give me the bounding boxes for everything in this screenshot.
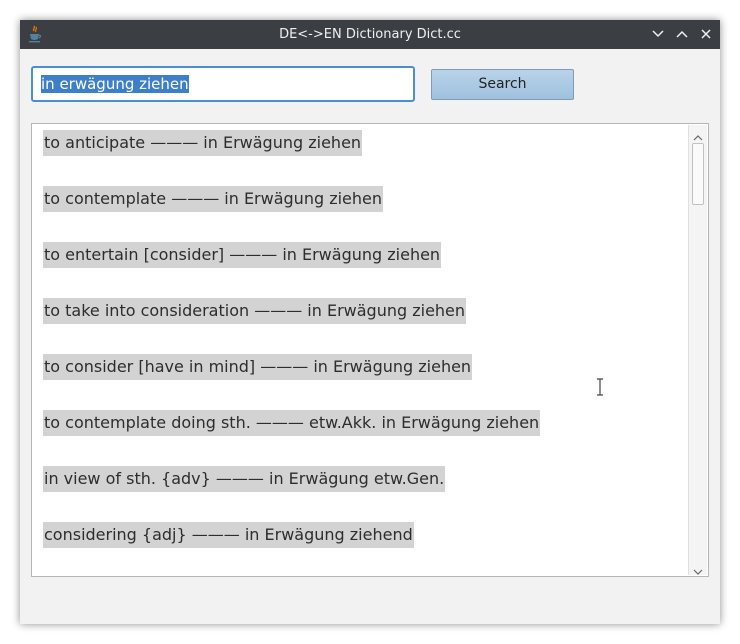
scrollbar-thumb[interactable]	[692, 143, 704, 205]
app-window: DE<->EN Dictionary Dict.cc in erwägung z…	[20, 20, 720, 624]
search-input[interactable]: in erwägung ziehen	[31, 66, 415, 102]
results-list[interactable]: to anticipate ——— in Erwägung ziehen to …	[31, 123, 709, 577]
result-text: to consider [have in mind] ——— in Erwägu…	[43, 354, 473, 380]
vertical-scrollbar[interactable]	[688, 125, 707, 575]
list-item[interactable]: to consider [have in mind] ——— in Erwägu…	[43, 354, 683, 410]
result-text: to entertain [consider] ——— in Erwägung …	[43, 242, 442, 268]
result-items: to anticipate ——— in Erwägung ziehen to …	[43, 130, 683, 576]
list-item[interactable]: to take into consideration ——— in Erwägu…	[43, 298, 683, 354]
result-text: considering {adj} ——— in Erwägung ziehen…	[43, 522, 414, 548]
list-item[interactable]: considering {adj} ——— in Erwägung ziehen…	[43, 522, 683, 576]
scroll-down-arrow-icon[interactable]	[692, 562, 704, 575]
list-item[interactable]: to anticipate ——— in Erwägung ziehen	[43, 130, 683, 186]
result-text: to anticipate ——— in Erwägung ziehen	[43, 130, 363, 156]
text-cursor-icon	[596, 378, 604, 396]
chevron-up-icon[interactable]	[674, 26, 690, 42]
result-text: in view of sth. {adv} ——— in Erwägung et…	[43, 466, 446, 492]
list-item[interactable]: to entertain [consider] ——— in Erwägung …	[43, 242, 683, 298]
result-text: to take into consideration ——— in Erwägu…	[43, 298, 467, 324]
search-input-value: in erwägung ziehen	[41, 75, 189, 93]
window-title: DE<->EN Dictionary Dict.cc	[279, 27, 461, 42]
chevron-down-icon[interactable]	[650, 26, 666, 42]
list-item[interactable]: in view of sth. {adv} ——— in Erwägung et…	[43, 466, 683, 522]
close-icon[interactable]	[698, 26, 714, 42]
result-text: to contemplate doing sth. ——— etw.Akk. i…	[43, 410, 541, 436]
title-bar[interactable]: DE<->EN Dictionary Dict.cc	[20, 20, 720, 49]
scroll-up-arrow-icon[interactable]	[692, 128, 704, 141]
result-text: to contemplate ——— in Erwägung ziehen	[43, 186, 384, 212]
list-item[interactable]: to contemplate ——— in Erwägung ziehen	[43, 186, 683, 242]
list-item[interactable]: to contemplate doing sth. ——— etw.Akk. i…	[43, 410, 683, 466]
search-button[interactable]: Search	[431, 69, 574, 100]
